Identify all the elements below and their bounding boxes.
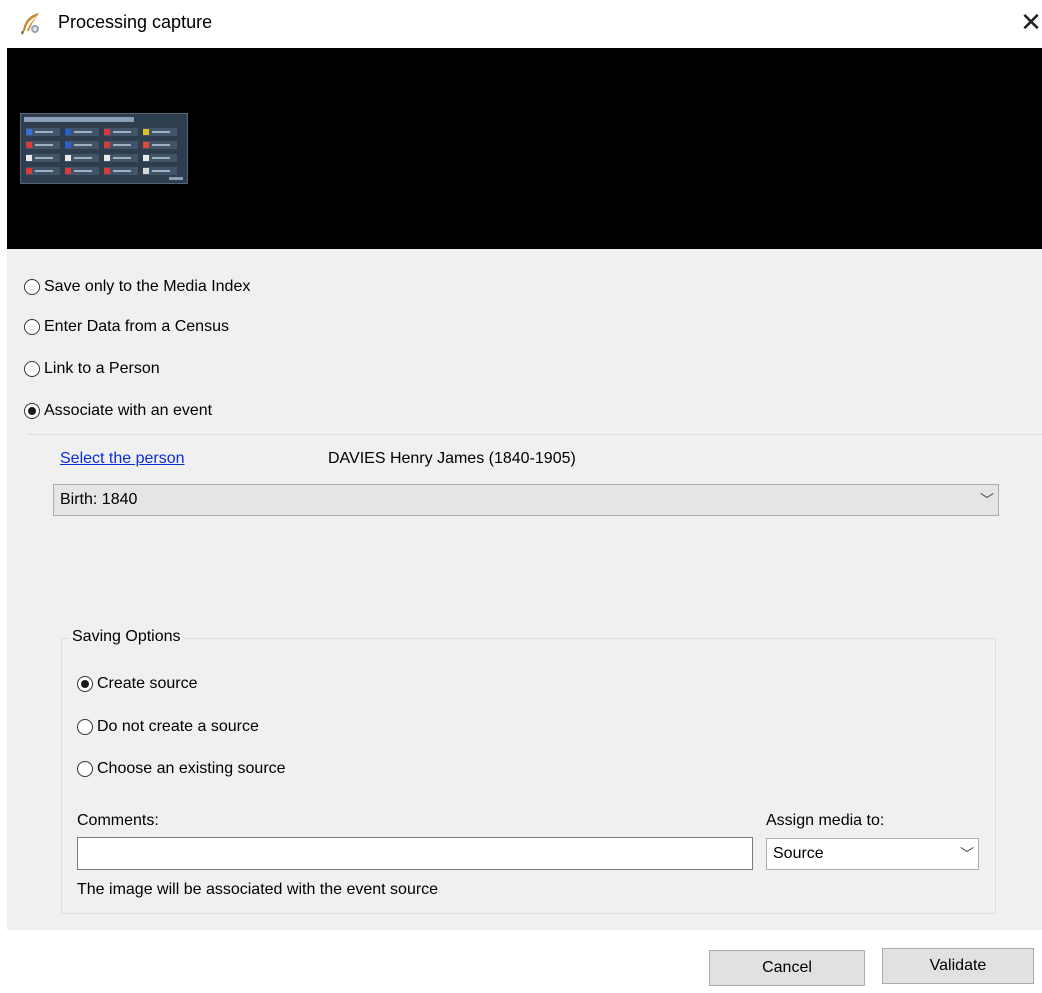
radio-button[interactable] xyxy=(77,719,93,735)
radio-label: Do not create a source xyxy=(97,718,259,735)
comments-input[interactable] xyxy=(77,837,753,870)
radio-label: Associate with an event xyxy=(44,402,213,419)
event-select-value: Birth: 1840 xyxy=(60,491,138,508)
close-icon: ✕ xyxy=(1020,8,1042,38)
radio-enter-census-data[interactable]: Enter Data from a Census xyxy=(24,318,229,336)
group-legend: Saving Options xyxy=(69,628,184,646)
assign-media-value: Source xyxy=(773,845,824,862)
radio-label: Link to a Person xyxy=(44,360,160,377)
event-select[interactable]: Birth: 1840 ﹀ xyxy=(53,484,999,516)
radio-associate-event[interactable]: Associate with an event xyxy=(24,402,212,420)
chevron-down-icon: ﹀ xyxy=(980,492,994,508)
radio-create-source[interactable]: Create source xyxy=(77,675,198,693)
comments-label: Comments: xyxy=(77,812,159,829)
options-panel: Save only to the Media Index Enter Data … xyxy=(7,249,1042,931)
validate-button[interactable]: Validate xyxy=(882,948,1034,984)
radio-label: Enter Data from a Census xyxy=(44,318,229,335)
radio-button[interactable] xyxy=(24,319,40,335)
select-person-link[interactable]: Select the person xyxy=(60,450,185,468)
radio-no-source[interactable]: Do not create a source xyxy=(77,718,259,736)
radio-existing-source[interactable]: Choose an existing source xyxy=(77,760,286,778)
feather-quill-icon xyxy=(21,13,39,35)
capture-preview xyxy=(7,48,1042,249)
radio-button[interactable] xyxy=(24,279,40,295)
chevron-down-icon: ﹀ xyxy=(960,846,974,862)
radio-button[interactable] xyxy=(77,761,93,777)
close-button[interactable]: ✕ xyxy=(1016,6,1042,40)
saving-options-group: Saving Options Create source Do not crea… xyxy=(61,628,996,914)
cancel-button[interactable]: Cancel xyxy=(709,950,865,986)
window-title: Processing capture xyxy=(58,12,213,32)
association-hint: The image will be associated with the ev… xyxy=(77,881,439,898)
title-bar: Processing capture ✕ xyxy=(0,0,1042,48)
radio-label: Choose an existing source xyxy=(97,760,286,777)
radio-save-media-index[interactable]: Save only to the Media Index xyxy=(24,278,250,296)
radio-button[interactable] xyxy=(77,676,93,692)
validate-label: Validate xyxy=(929,957,987,974)
event-panel: Select the person DAVIES Henry James (18… xyxy=(28,434,1042,931)
capture-thumbnail[interactable] xyxy=(20,113,188,184)
assign-media-select[interactable]: Source ﹀ xyxy=(766,838,979,870)
radio-button[interactable] xyxy=(24,361,40,377)
selected-person-name: DAVIES Henry James (1840-1905) xyxy=(328,450,576,467)
dialog-footer: Cancel Validate xyxy=(0,930,1042,993)
cancel-label: Cancel xyxy=(762,959,812,976)
assign-media-label: Assign media to: xyxy=(766,812,885,829)
radio-label: Create source xyxy=(97,675,198,692)
radio-link-person[interactable]: Link to a Person xyxy=(24,360,160,378)
radio-button[interactable] xyxy=(24,403,40,419)
radio-label: Save only to the Media Index xyxy=(44,278,251,295)
